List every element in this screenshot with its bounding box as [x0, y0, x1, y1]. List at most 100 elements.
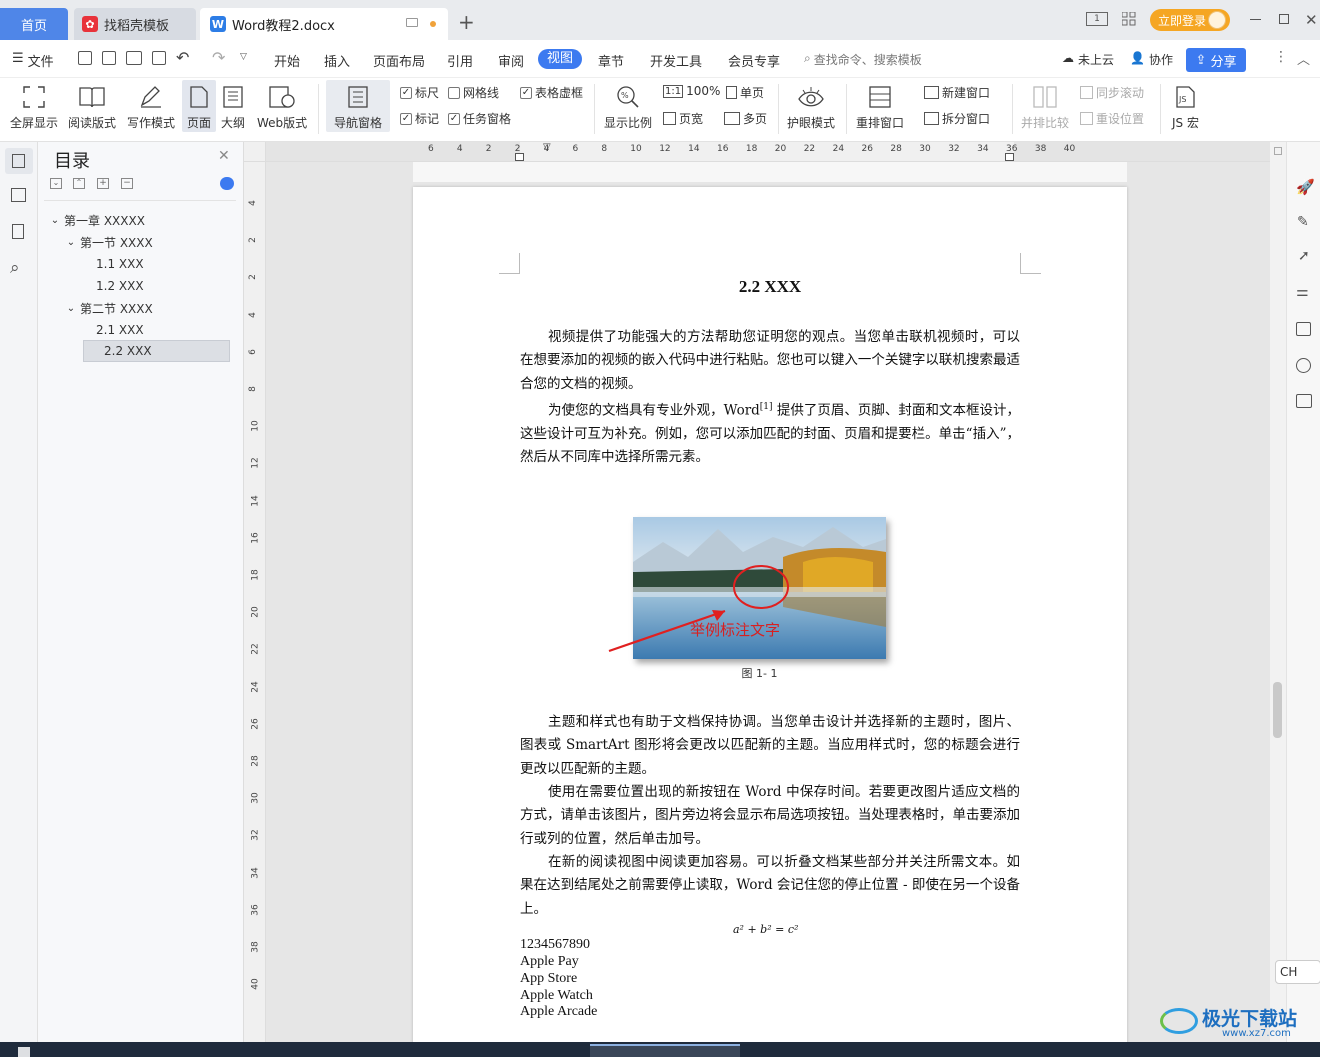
zoom-100-button[interactable]: 1:1 100%: [663, 84, 720, 98]
document-area[interactable]: 2.2 XXX 视频提供了功能强大的方法帮助您证明您的观点。当您单击联机视频时，…: [266, 162, 1270, 1042]
menu-page-layout[interactable]: 页面布局: [373, 51, 425, 70]
toc-item[interactable]: ⌄ 第二节 XXXX: [46, 297, 230, 319]
document-page[interactable]: 2.2 XXX 视频提供了功能强大的方法帮助您证明您的观点。当您单击联机视频时，…: [413, 187, 1127, 1042]
toc-item[interactable]: 2.1 XXX: [46, 319, 230, 341]
chapter-icon[interactable]: [11, 188, 26, 202]
reset-position-button[interactable]: 重设位置: [1080, 110, 1144, 127]
minimize-icon[interactable]: [1250, 19, 1261, 20]
rearrange-window-button[interactable]: 重排窗口: [856, 80, 904, 131]
ruler-tick-label: 14: [250, 494, 261, 507]
compare-button[interactable]: 并排比较: [1021, 80, 1069, 131]
grid-apps-icon[interactable]: [1122, 12, 1136, 26]
cursor-icon[interactable]: ➚: [1298, 248, 1310, 264]
nav-pane-button[interactable]: 导航窗格: [326, 80, 390, 132]
outline-button[interactable]: 大纲: [221, 80, 245, 131]
right-indent-icon[interactable]: [1005, 153, 1014, 161]
tab-home[interactable]: 首页: [0, 8, 68, 40]
tab-document[interactable]: W Word教程2.docx: [200, 8, 448, 40]
toc-item[interactable]: ⌄ 第一章 XXXXX: [46, 209, 230, 231]
menu-insert[interactable]: 插入: [324, 51, 350, 70]
menu-member[interactable]: 会员专享: [728, 51, 780, 70]
toc-pane-icon[interactable]: [5, 148, 33, 174]
menu-chapter[interactable]: 章节: [598, 51, 624, 70]
footnote-ref[interactable]: [1]: [760, 402, 773, 412]
close-icon[interactable]: ✕: [218, 148, 230, 164]
vertical-scrollbar[interactable]: [1270, 142, 1286, 1042]
multi-page-button[interactable]: 多页: [724, 110, 767, 127]
scroll-up-icon[interactable]: [1274, 147, 1282, 155]
collapse-ribbon-icon[interactable]: ︿: [1297, 49, 1310, 68]
ruler-checkbox[interactable]: ✓ 标尺: [400, 84, 439, 101]
undo-icon[interactable]: ↶: [176, 48, 189, 67]
reader-icon[interactable]: [1296, 394, 1312, 408]
eye-mode-button[interactable]: 护眼模式: [787, 80, 835, 131]
page-view-button[interactable]: 页面: [182, 80, 216, 132]
smart-toc-icon[interactable]: [220, 177, 234, 190]
zoom-button[interactable]: % 显示比例: [604, 80, 652, 131]
expand-up-icon[interactable]: ⌃: [73, 178, 85, 189]
vertical-ruler[interactable]: 4 2 2 4 6 8 10 12 14 16 18 20 22 24 26 28 30 32 34 36 38 40: [244, 142, 266, 1042]
menu-review[interactable]: 审阅: [498, 51, 524, 70]
fullscreen-button[interactable]: 全屏显示: [10, 80, 58, 131]
export-pdf-icon[interactable]: [102, 51, 116, 65]
edit-icon[interactable]: ✎: [1297, 214, 1309, 230]
file-menu[interactable]: ☰ 文件: [12, 51, 54, 70]
toc-item[interactable]: 1.2 XXX: [46, 275, 230, 297]
share-button[interactable]: ⇪ 分享: [1186, 48, 1246, 72]
taskbar-app[interactable]: [590, 1044, 740, 1057]
toc-item-label: 第一节 XXXX: [80, 235, 153, 250]
new-window-button[interactable]: 新建窗口: [924, 84, 990, 101]
bookmark-icon[interactable]: [12, 224, 24, 239]
sync-scroll-button[interactable]: 同步滚动: [1080, 84, 1144, 101]
page-view-icon[interactable]: 1: [1086, 12, 1108, 26]
save-icon[interactable]: [78, 51, 92, 65]
rocket-icon[interactable]: 🚀: [1296, 178, 1315, 196]
toc-item-selected[interactable]: 2.2 XXX: [83, 340, 230, 362]
login-button[interactable]: 立即登录: [1150, 9, 1230, 31]
gridlines-checkbox[interactable]: 网格线: [448, 84, 499, 101]
compass-icon[interactable]: [1296, 358, 1311, 373]
read-mode-button[interactable]: 阅读版式: [68, 80, 116, 131]
marks-checkbox[interactable]: ✓ 标记: [400, 110, 439, 127]
image-tool-icon[interactable]: [1296, 322, 1311, 336]
toc-item[interactable]: 1.1 XXX: [46, 253, 230, 275]
ime-indicator[interactable]: CH: [1275, 960, 1320, 984]
monitor-icon[interactable]: [406, 18, 418, 27]
page-width-button[interactable]: 页宽: [663, 110, 703, 127]
new-tab-button[interactable]: +: [458, 12, 475, 32]
close-icon[interactable]: ✕: [1305, 11, 1318, 29]
ruler-tick-label: 10: [250, 420, 261, 432]
js-macro-button[interactable]: JS JS 宏: [1172, 80, 1199, 131]
start-icon[interactable]: [18, 1047, 30, 1057]
web-layout-button[interactable]: Web版式: [257, 80, 307, 131]
remove-icon[interactable]: −: [121, 178, 133, 189]
menu-references[interactable]: 引用: [447, 51, 473, 70]
tab-template-store[interactable]: ✿ 找稻壳模板: [74, 8, 196, 40]
split-window-button[interactable]: 拆分窗口: [924, 110, 990, 127]
indent-marker-icon[interactable]: [515, 153, 524, 161]
toc-item[interactable]: ⌄ 第一节 XXXX: [46, 231, 230, 253]
search-icon[interactable]: ⌕: [10, 258, 20, 278]
write-mode-button[interactable]: 写作模式: [127, 80, 175, 131]
menu-view[interactable]: 视图: [538, 49, 582, 69]
print-icon[interactable]: [126, 51, 142, 65]
collaborate-button[interactable]: 👤 协作: [1130, 51, 1173, 68]
settings-sliders-icon[interactable]: ⚌: [1296, 284, 1309, 300]
redo-icon[interactable]: ↷: [212, 48, 225, 67]
math-formula[interactable]: a² + b² = c²: [733, 923, 798, 936]
scroll-thumb[interactable]: [1273, 682, 1282, 738]
customize-qat-icon[interactable]: ▽: [240, 52, 247, 62]
print-preview-icon[interactable]: [152, 51, 166, 65]
menu-developer[interactable]: 开发工具: [650, 51, 702, 70]
single-page-button[interactable]: 单页: [726, 84, 764, 101]
task-pane-checkbox[interactable]: ✓ 任务窗格: [448, 110, 511, 127]
add-icon[interactable]: +: [97, 178, 109, 189]
table-border-checkbox[interactable]: ✓ 表格虚框: [520, 84, 583, 101]
more-options-icon[interactable]: ⋮: [1274, 49, 1288, 65]
cloud-status[interactable]: ☁ 未上云: [1062, 51, 1114, 68]
menu-start[interactable]: 开始: [274, 51, 300, 70]
command-search[interactable]: ⌕ 查找命令、搜索模板: [804, 51, 922, 68]
horizontal-ruler[interactable]: ▽ 6 4 2 2 4 6 8 10 12 14 16 18 20 22 24 26 28 30 32 34 36 38 4…: [266, 142, 1270, 162]
collapse-all-icon[interactable]: ⌄: [50, 178, 62, 189]
maximize-icon[interactable]: [1279, 14, 1289, 24]
